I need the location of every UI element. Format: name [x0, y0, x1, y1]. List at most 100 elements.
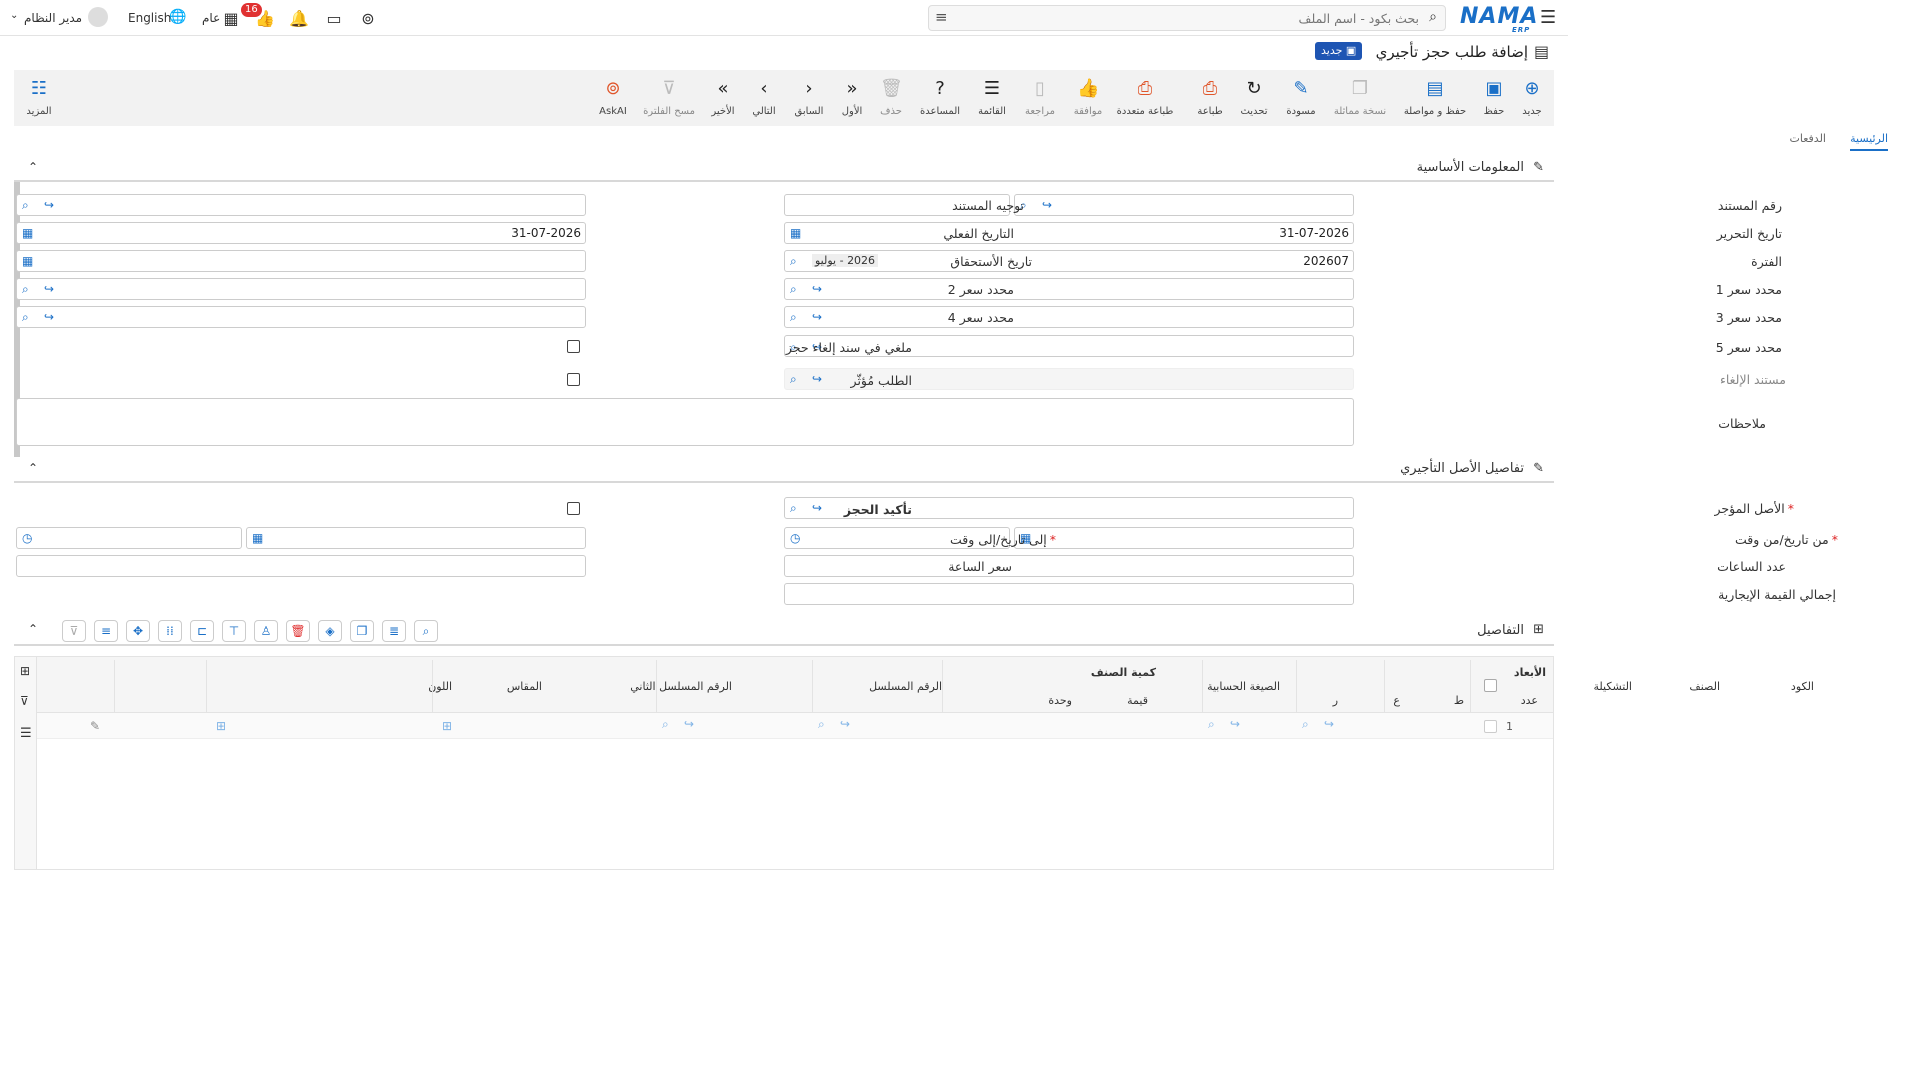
share-icon[interactable]: ↪ [1042, 198, 1052, 212]
last-button[interactable]: «الأخير [711, 78, 735, 124]
section-rental-asset[interactable]: ✎ تفاصيل الأصل التأجيري ⌃ [14, 457, 1554, 483]
next-button[interactable]: ‹ التالي [752, 78, 776, 124]
calendar-icon[interactable]: ▦ [22, 226, 33, 240]
notes-textarea[interactable] [16, 398, 1354, 446]
from-date-input[interactable] [1014, 527, 1354, 549]
search-icon[interactable]: ⌕ [662, 717, 669, 731]
more-button[interactable]: ☷ المزيد [26, 78, 52, 124]
search-icon[interactable]: ⌕ [790, 282, 797, 296]
add-grid-icon[interactable]: ⊞ [216, 719, 226, 733]
refresh-button[interactable]: ↻ تحديث [1240, 78, 1267, 124]
ai-icon[interactable]: ⊚ [358, 8, 378, 28]
col-serial[interactable]: الرقم المسلسل [869, 680, 942, 693]
language-switch[interactable]: English [128, 11, 171, 25]
first-button[interactable]: » الأول [842, 78, 863, 124]
copy-icon[interactable]: ❐ [350, 620, 374, 642]
table-settings-icon[interactable]: ⊞ [20, 664, 30, 678]
filter-off-icon[interactable]: ⊽ [62, 620, 86, 642]
col-l[interactable]: ط [1454, 694, 1464, 707]
price1-input[interactable] [784, 278, 1354, 300]
affected-checkbox[interactable] [567, 373, 580, 386]
filter-icon[interactable]: ≡ [935, 8, 948, 26]
col-r[interactable]: ر [1333, 694, 1338, 707]
chat-icon[interactable]: ▭ [324, 8, 344, 28]
tab-main[interactable]: الرئيسية [1850, 132, 1888, 151]
menu-icon[interactable]: ☰ [20, 726, 32, 741]
col-count[interactable]: عدد [1521, 694, 1538, 707]
share-icon[interactable]: ↪ [1230, 717, 1240, 731]
search-icon[interactable]: ⌕ [790, 310, 797, 324]
share-icon[interactable]: ↪ [44, 310, 54, 324]
app-logo[interactable]: NAMA ERP [1460, 4, 1538, 34]
hour-price-input[interactable] [16, 555, 586, 577]
calendar-icon[interactable]: ▦ [790, 226, 801, 240]
columns-icon[interactable]: ⊏ [190, 620, 214, 642]
draft-button[interactable]: ✎ مسودة [1286, 78, 1316, 124]
to-date-input[interactable] [246, 527, 586, 549]
save-button[interactable]: ▣ حفظ [1483, 78, 1505, 124]
clear-filter-button[interactable]: ⊽ مسح الفلترة [643, 78, 695, 124]
share-icon[interactable]: ↪ [44, 282, 54, 296]
edit-date-input[interactable]: 31-07-2026 [784, 222, 1354, 244]
col-code[interactable]: الكود [1791, 680, 1814, 693]
trash-icon[interactable]: 🗑 [286, 620, 310, 642]
to-time-input[interactable] [16, 527, 242, 549]
search-icon[interactable]: ⌕ [22, 310, 29, 324]
calendar-icon[interactable]: ▦ [22, 254, 33, 268]
share-icon[interactable]: ↪ [1324, 717, 1334, 731]
table-icon[interactable]: ⊤ [222, 620, 246, 642]
search-icon[interactable]: ⌕ [22, 198, 29, 212]
doc-direction-input[interactable] [16, 194, 586, 216]
search-icon[interactable]: ⌕ [22, 282, 29, 296]
price3-input[interactable] [784, 306, 1354, 328]
search-input[interactable] [1019, 8, 1419, 28]
confirm-checkbox[interactable] [567, 502, 580, 515]
search-icon[interactable]: ⌕ [1208, 717, 1215, 731]
col-size[interactable]: المقاس [507, 680, 542, 693]
search-icon[interactable]: ⌕ [790, 372, 797, 386]
share-icon[interactable]: ↪ [684, 717, 694, 731]
price4-input[interactable] [16, 306, 586, 328]
share-icon[interactable]: ↪ [812, 501, 822, 515]
help-button[interactable]: ? المساعدة [920, 78, 960, 124]
chevron-down-icon[interactable]: ⌄ [10, 10, 18, 21]
col-item[interactable]: الصنف [1689, 680, 1720, 693]
share-icon[interactable]: ↪ [812, 282, 822, 296]
avatar[interactable] [88, 7, 108, 27]
previous-button[interactable]: › السابق [795, 78, 824, 124]
bell-icon[interactable]: 🔔 [289, 8, 309, 28]
run-icon[interactable]: ♙ [254, 620, 278, 642]
select-all-checkbox[interactable] [1484, 679, 1497, 692]
col-config[interactable]: التشكيلة [1594, 680, 1632, 693]
total-input[interactable] [784, 583, 1354, 605]
filter-icon[interactable]: ≡ [94, 620, 118, 642]
col-unit[interactable]: وحدة [1048, 694, 1072, 707]
add-grid-icon[interactable]: ⊞ [442, 719, 452, 733]
duplicate-button[interactable]: ❐ نسخة مماثلة [1334, 78, 1386, 124]
print-button[interactable]: ⎙ طباعة [1197, 78, 1222, 124]
dots-grid-icon[interactable]: ⁞⁞ [158, 620, 182, 642]
search-icon[interactable]: ⌕ [1302, 717, 1309, 731]
cancelled-checkbox[interactable] [567, 340, 580, 353]
chevron-up-icon[interactable]: ⌃ [28, 461, 38, 475]
search-icon[interactable]: ⌕ [818, 717, 825, 731]
search-icon[interactable]: ⌕ [790, 501, 797, 515]
filter-icon[interactable]: ⊽ [20, 694, 29, 708]
search-icon[interactable]: ⌕ [1429, 9, 1437, 25]
hours-input[interactable] [784, 555, 1354, 577]
actual-date-input[interactable]: 31-07-2026 [16, 222, 586, 244]
share-icon[interactable]: ↪ [812, 372, 822, 386]
save-continue-button[interactable]: ▤ حفظ و مواصلة [1404, 78, 1466, 124]
calendar-icon[interactable]: ▦ [252, 531, 263, 545]
multi-print-button[interactable]: ⎙ طباعة متعددة [1117, 78, 1174, 124]
doc-no-input[interactable] [1014, 194, 1354, 216]
add-row-icon[interactable]: ≣ [382, 620, 406, 642]
search-list-icon[interactable]: ⌕ [414, 620, 438, 642]
row-checkbox[interactable] [1484, 720, 1497, 733]
move-icon[interactable]: ✥ [126, 620, 150, 642]
edit-icon[interactable]: ✎ [90, 719, 100, 733]
review-button[interactable]: ▯ مراجعة [1025, 78, 1055, 124]
section-basic-info[interactable]: ✎ المعلومات الأساسية ⌃ [14, 156, 1554, 182]
price2-input[interactable] [16, 278, 586, 300]
col-formula[interactable]: الصيغة الحسابية [1207, 680, 1280, 693]
